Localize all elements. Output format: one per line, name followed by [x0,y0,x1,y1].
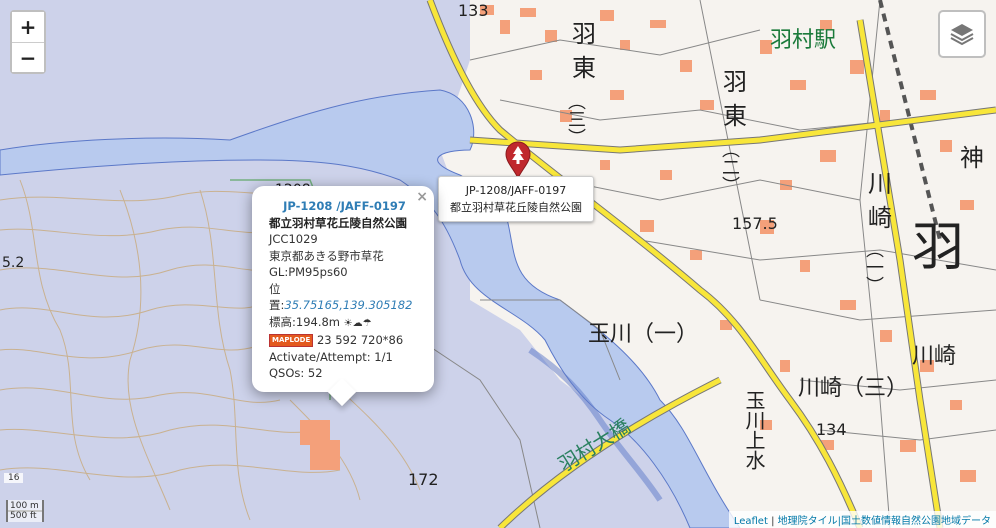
attribution-source[interactable]: 地理院タイル|国土数値情報自然公園地域データ [778,516,991,527]
layers-icon [950,24,974,46]
park-marker[interactable] [503,140,533,180]
map-label-elevation: 157.5 [732,214,778,233]
map-label-higashi2: 東 [723,102,747,130]
map-label-higashi2: 羽 [723,68,747,96]
map-label-elevation: 133 [458,1,489,20]
map-label-higashi2: （二） [719,140,740,194]
map-label-higashi3: 羽 [572,20,596,48]
map-label-tamagawa-kamisui: 玉川上水 [742,390,766,470]
popup-title-link[interactable]: JP-1208 /JAFF-0197 [269,198,420,215]
map-label-kawasaki1: （一） [863,240,884,294]
elevation-text: 標高:194.8m [269,314,340,329]
map-label-kawasaki1: 川 [868,170,892,198]
map-label-station: 羽村駅 [770,28,837,53]
popup-park-name: 都立羽村草花丘陵自然公園 [269,215,407,230]
leaflet-link[interactable]: Leaflet [734,516,768,527]
map-label-kawasaki: 川崎 [912,344,957,369]
zoom-control: + − [10,10,46,74]
layers-button[interactable] [938,10,986,58]
map-label-kawasaki1: 崎 [868,204,892,232]
position-link[interactable]: 35.75165,139.305182 [284,298,412,312]
maplode-logo[interactable]: MAPLODE [269,334,314,347]
map-label-higashi3: （三） [565,92,586,146]
map-label-hamura: 羽 [912,218,965,278]
weather-icon[interactable]: ☀☁☂ [344,318,372,329]
popup-qsos: QSOs: 52 [269,366,323,380]
maplode-value: 23 592 720*86 [316,333,404,347]
popup-elevation: 標高:194.8m ☀☁☂ [269,314,420,333]
popup-maplode: MAPLODE 23 592 720*86 [269,332,420,349]
popup-gridlocator: GL:PM95ps60 [269,265,348,279]
map-label-elevation: 172 [408,470,439,489]
tooltip-ref: JP-1208/JAFF-0197 [465,184,567,197]
tooltip-name: 都立羽村草花丘陵自然公園 [450,201,582,214]
map-label-elevation: 134 [816,420,847,439]
popup-position: 位置:35.75165,139.305182 [269,281,420,314]
map-label-elevation: 5.2 [2,255,25,271]
map-label-kawasaki3: 川崎（三） [798,376,909,401]
popup-activate: Activate/Attempt: 1/1 [269,349,393,364]
zoom-level: 16 [4,473,24,483]
zoom-in-button[interactable]: + [12,12,44,42]
popup-address: 東京都あきる野市草花 [269,248,384,263]
attribution: Leaflet | 地理院タイル|国土数値情報自然公園地域データ [728,511,996,528]
map-label-tamagawa1: 玉川（一） [588,322,699,347]
attribution-sep: | [767,516,778,527]
popup-jcc: JCC1029 [269,232,318,246]
map-tiles[interactable] [0,0,996,528]
scale-bar: 100 m 500 ft [6,500,44,522]
info-popup: × JP-1208 /JAFF-0197 都立羽村草花丘陵自然公園 JCC102… [252,186,434,406]
map-pin-icon [505,141,531,180]
marker-tooltip: JP-1208/JAFF-0197 都立羽村草花丘陵自然公園 [438,176,594,222]
map-label-kami: 神 [960,144,984,172]
position-label: 位置: [269,281,285,313]
zoom-out-button[interactable]: − [12,42,44,72]
map-label-higashi3: 東 [572,54,596,82]
map-view[interactable]: 羽村駅 羽 東 （三） 羽 東 （二） 川 崎 （一） 羽 神 玉川（一） 川崎… [0,0,996,528]
